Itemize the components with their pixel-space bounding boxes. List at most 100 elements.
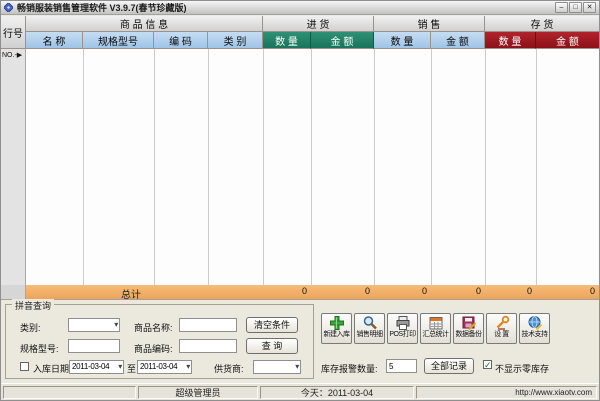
column-header-purchase-qty: 数 量 [263,32,311,49]
status-today: 今天：2011-03-04 [260,386,414,399]
toolbar-button-label: 设 置 [494,331,509,338]
window-title: 畅销服装销售管理软件 V3.9.7(春节珍藏版) [17,3,187,13]
toolbar-button-label: 数据备份 [455,331,483,338]
grid-vline [263,49,264,285]
settings-button[interactable]: 设 置 [486,313,517,344]
data-grid-body[interactable] [1,49,599,285]
total-stock-amount: 0 [589,286,595,296]
status-user: 超级管理员 [138,386,258,399]
toolbar-button-label: POS打印 [389,331,416,338]
plus-icon [329,316,344,330]
wrench-icon [496,315,509,330]
total-stock-qty: 0 [526,286,532,296]
grid-vline [208,49,209,285]
chevron-down-icon: ▾ [186,362,190,371]
pos-print-button[interactable]: POS打印 [387,313,418,344]
data-backup-button[interactable]: 数据备份 [453,313,484,344]
grid-vline [154,49,155,285]
current-record-marker: NO.-▶ [2,52,23,59]
globe-icon [528,316,542,331]
group-header-stock: 存 货 [485,16,599,32]
to-label: 至 [127,364,137,374]
total-purchase-qty: 0 [301,286,307,296]
spec-label: 规格型号: [20,344,59,354]
status-segment-empty [3,386,136,399]
product-name-input[interactable] [179,318,237,332]
app-window: 畅销服装销售管理软件 V3.9.7(春节珍藏版) – □ ✕ 行号 商 品 信 … [0,0,600,401]
clear-conditions-button[interactable]: 清空条件 [246,317,298,333]
supplier-label: 供货商: [214,364,244,374]
total-row-corner [1,285,26,299]
groupbox-title: 拼音查询 [12,299,55,312]
grid-vline [311,49,312,285]
toolbar-button-label: 汇总统计 [422,331,450,338]
chevron-down-icon: ▾ [114,320,118,329]
date-from-value: 2011-03-04 [72,362,110,371]
printer-icon [396,316,409,330]
status-bar: 超级管理员 今天：2011-03-04 http://www.xiaotv.co… [1,383,599,400]
total-row: 总计 0 0 0 0 0 0 [26,285,599,301]
maximize-button[interactable]: □ [569,2,582,13]
product-name-label: 商品名称: [134,323,173,333]
app-icon [4,3,13,12]
date-to-value: 2011-03-04 [140,362,178,371]
total-purchase-amount: 0 [364,286,370,296]
column-header-sales-qty: 数 量 [374,32,431,49]
column-header-name: 名 称 [26,32,83,49]
date-from-picker[interactable]: 2011-03-04 ▾ [69,360,124,374]
stock-alert-label: 库存报警数量: [321,364,378,374]
all-records-button[interactable]: 全部记录 [424,358,474,374]
toolbar-button-label: 销售明细 [356,331,384,338]
tech-support-button[interactable]: 技术支持 [519,313,550,344]
toolbar-button-label: 技术支持 [521,331,549,338]
product-code-label: 商品编码: [134,344,173,354]
column-header-rowno: 行号 [1,16,26,49]
hide-zero-stock-checkbox[interactable]: ✓ [483,360,492,370]
stock-alert-input[interactable] [386,359,417,373]
column-header-stock-qty: 数 量 [485,32,536,49]
column-header-stock-amount: 金 额 [536,32,599,49]
window-controls: – □ ✕ [555,2,596,13]
product-code-input[interactable] [179,339,237,353]
grid-vline [485,49,486,285]
supplier-select[interactable]: ▾ [253,360,301,374]
hide-zero-stock-label: 不显示零库存 [495,364,550,374]
calculator-icon [429,317,442,330]
chevron-down-icon: ▾ [118,362,122,371]
chevron-down-icon: ▾ [295,362,299,371]
grid-vline [431,49,432,285]
column-header-sales-amount: 金 额 [431,32,485,49]
grid-bottom-border [1,299,599,300]
column-header-spec: 规格型号 [83,32,154,49]
minimize-button[interactable]: – [555,2,568,13]
category-select[interactable]: ▾ [68,318,120,332]
query-button[interactable]: 查 询 [246,338,298,354]
stockin-date-checkbox[interactable] [20,362,29,371]
pinyin-query-groupbox: 拼音查询 类别: ▾ 商品名称: 清空条件 规格型号: 商品编码: 查 询 入库… [5,299,314,379]
group-header-sales: 销 售 [374,16,485,32]
grid-vline [83,49,84,285]
status-url: http://www.xiaotv.com [416,386,597,399]
backup-disk-icon [462,316,476,331]
group-header-purchase: 进 货 [263,16,374,32]
toolbar-button-label: 新建入库 [323,331,351,338]
title-bar: 畅销服装销售管理软件 V3.9.7(春节珍藏版) – □ ✕ [1,1,599,15]
date-to-picker[interactable]: 2011-03-04 ▾ [137,360,192,374]
total-sales-amount: 0 [475,286,481,296]
column-header-category: 类 别 [208,32,263,49]
magnifier-icon [363,316,377,330]
summary-stats-button[interactable]: 汇总统计 [420,313,451,344]
stockin-date-label: 入库日期: [33,364,72,374]
new-stockin-button[interactable]: 新建入库 [321,313,352,344]
total-sales-qty: 0 [421,286,427,296]
spec-input[interactable] [68,339,120,353]
sales-detail-button[interactable]: 销售明细 [354,313,385,344]
group-header-product-info: 商 品 信 息 [26,16,263,32]
row-header-column [1,49,26,285]
grid-vline [374,49,375,285]
column-header-purchase-amount: 金 额 [311,32,374,49]
grid-vline [536,49,537,285]
column-header-code: 编 码 [154,32,208,49]
category-label: 类别: [20,323,41,333]
close-button[interactable]: ✕ [583,2,596,13]
